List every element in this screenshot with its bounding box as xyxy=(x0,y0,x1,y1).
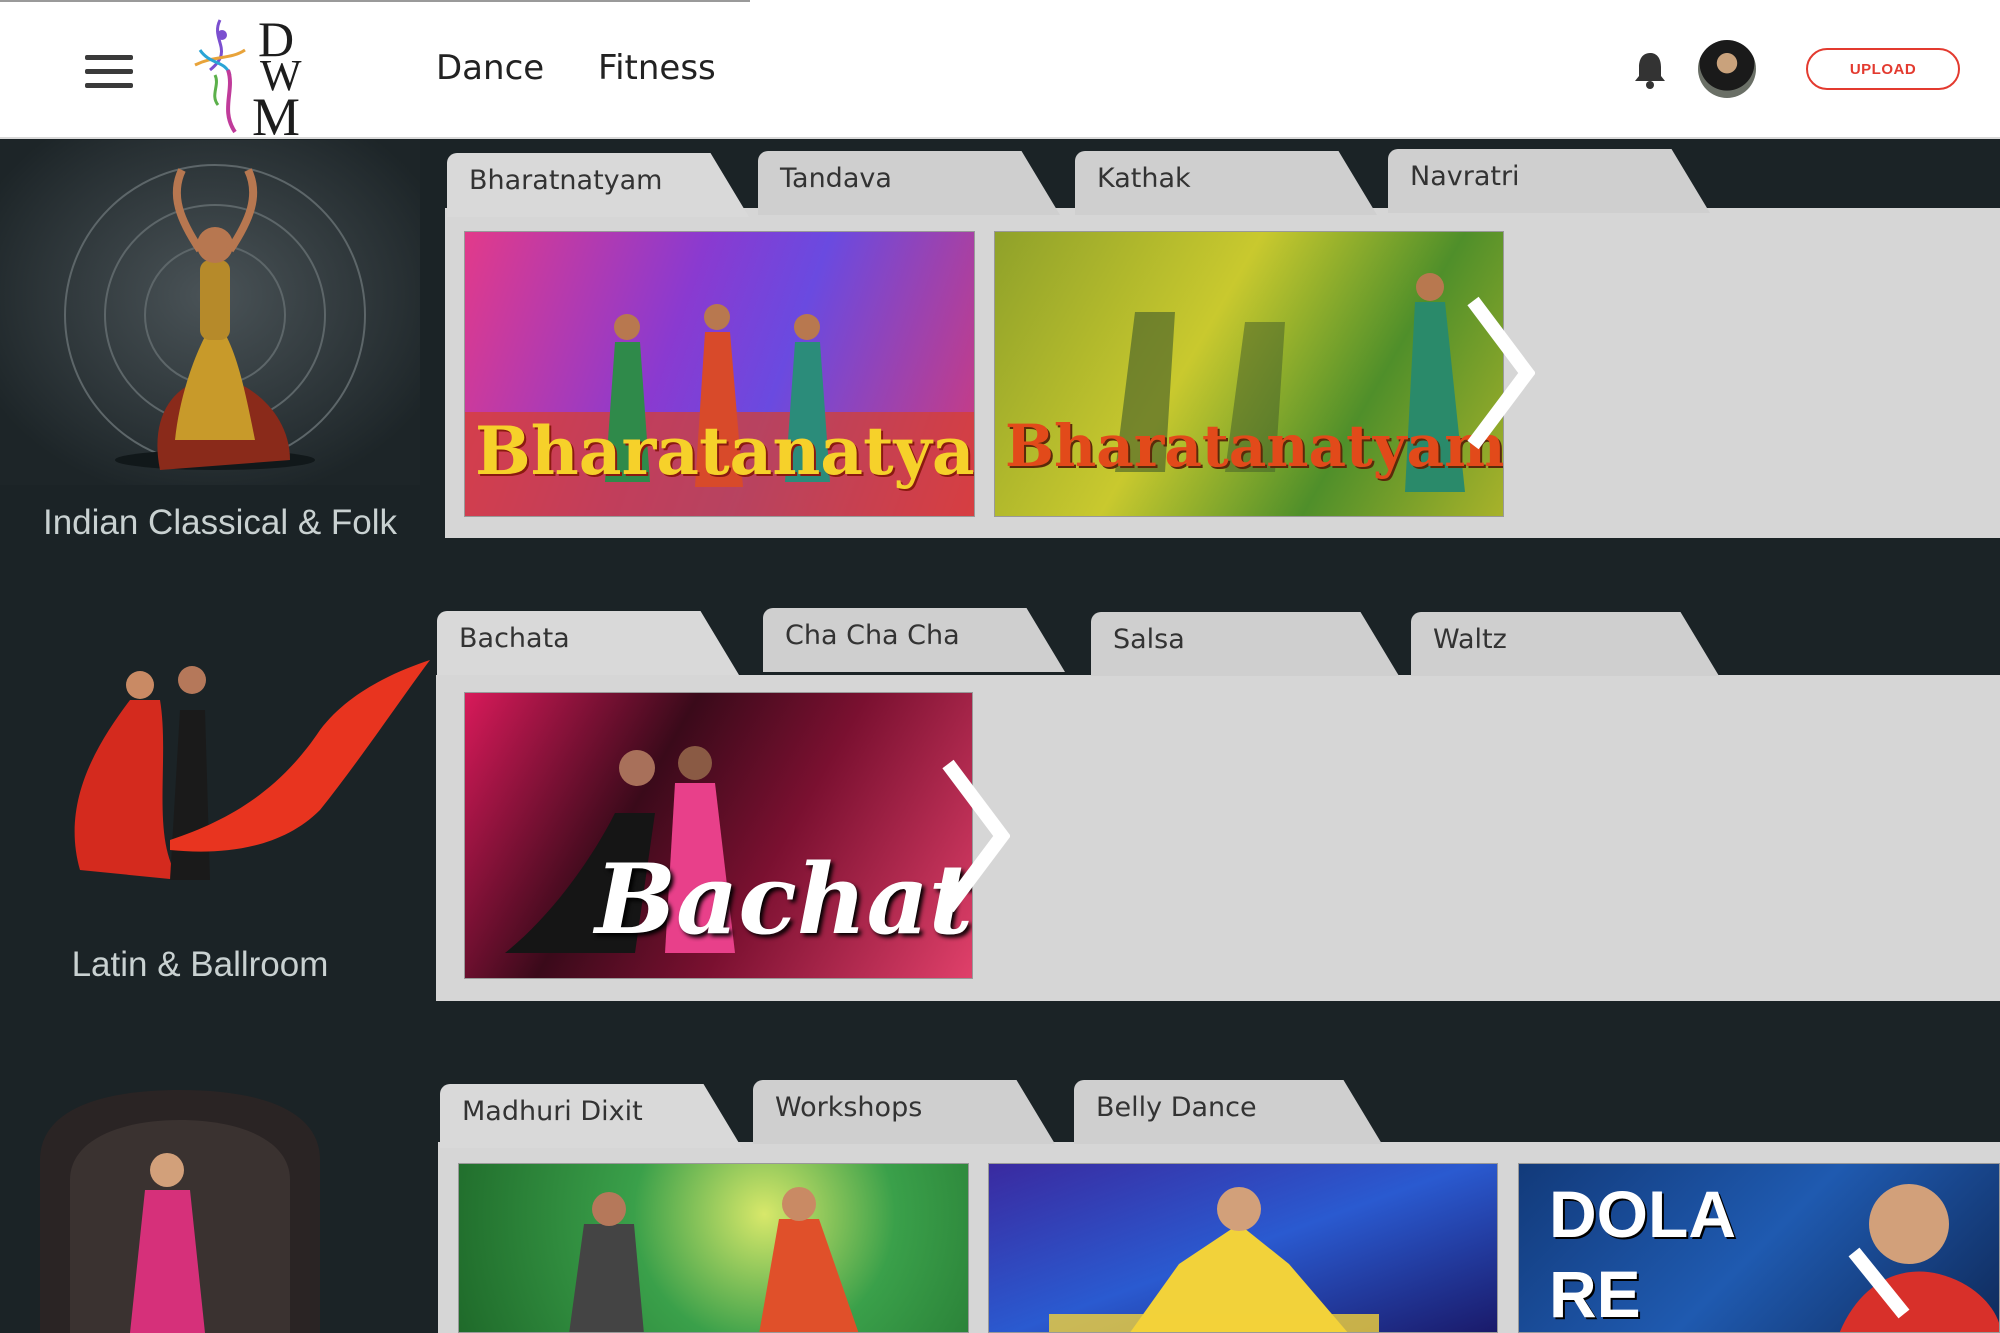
category-label[interactable]: Indian Classical & Folk xyxy=(0,503,440,543)
user-avatar[interactable] xyxy=(1698,40,1756,98)
upload-button[interactable]: UPLOAD xyxy=(1806,48,1960,90)
video-thumbnail[interactable]: Bachata xyxy=(464,692,973,979)
bell-icon[interactable] xyxy=(1633,50,1667,90)
thumbnail-title: Bharatanatyam xyxy=(1005,412,1504,480)
chevron-right-icon[interactable] xyxy=(1465,293,1535,453)
tab-cha-cha-cha[interactable]: Cha Cha Cha xyxy=(763,608,1019,672)
thumbnail-title: DOLA RE xyxy=(1549,1177,1734,1331)
tab-madhuri-dixit[interactable]: Madhuri Dixit xyxy=(440,1084,696,1148)
tab-bharatnatyam[interactable]: Bharatnatyam xyxy=(447,153,703,217)
tab-bachata[interactable]: Bachata xyxy=(437,611,693,675)
tab-row-bollywood: Madhuri Dixit Workshops Belly Dance DOLA… xyxy=(438,1080,2000,1333)
bollywood-dancer-image xyxy=(40,1090,320,1333)
nav-fitness[interactable]: Fitness xyxy=(598,48,716,88)
tab-workshops[interactable]: Workshops xyxy=(753,1080,1009,1144)
hamburger-menu-icon[interactable] xyxy=(85,55,133,89)
video-thumbnail[interactable]: Bharatanatyam xyxy=(464,231,975,517)
tab-row-indian-classical: Bharatnatyam Tandava Kathak Navratri Bha… xyxy=(445,148,2000,540)
video-thumbnail[interactable] xyxy=(458,1163,969,1333)
nav-dance[interactable]: Dance xyxy=(436,48,544,88)
category-latin-ballroom[interactable]: Latin & Ballroom xyxy=(0,600,440,1000)
page-top-line xyxy=(0,0,750,2)
thumbnail-title: Bachata xyxy=(595,843,973,956)
bharatanatyam-dancer-image xyxy=(0,140,420,485)
top-header: D W M Dance Fitness UPLOAD xyxy=(0,0,2000,147)
video-thumbnail[interactable] xyxy=(988,1163,1498,1333)
dance-duo-illustration xyxy=(569,1187,859,1332)
video-thumbnail[interactable]: DOLA RE xyxy=(1518,1163,2000,1333)
logo-letter-m: M xyxy=(252,87,301,147)
category-bollywood[interactable] xyxy=(0,1080,440,1333)
category-indian-classical[interactable]: Indian Classical & Folk xyxy=(0,140,440,560)
tab-kathak[interactable]: Kathak xyxy=(1075,151,1331,215)
tab-waltz[interactable]: Waltz xyxy=(1411,612,1673,676)
thumbnail-title: Bharatanatyam xyxy=(475,412,975,490)
tab-navratri[interactable]: Navratri xyxy=(1388,149,1664,213)
tab-row-latin-ballroom: Bachata Cha Cha Cha Salsa Waltz Bachata xyxy=(436,608,2000,1003)
dwm-logo[interactable]: D W M xyxy=(190,10,310,147)
ballroom-couple-image xyxy=(74,660,430,880)
chevron-right-icon[interactable] xyxy=(940,756,1010,916)
tab-tandava[interactable]: Tandava xyxy=(758,151,1014,215)
category-label[interactable]: Latin & Ballroom xyxy=(0,945,420,985)
tab-belly-dance[interactable]: Belly Dance xyxy=(1074,1080,1336,1144)
tab-salsa[interactable]: Salsa xyxy=(1091,612,1353,676)
video-thumbnail[interactable]: Bharatanatyam xyxy=(994,231,1504,517)
madhuri-stage-illustration xyxy=(1049,1187,1379,1332)
